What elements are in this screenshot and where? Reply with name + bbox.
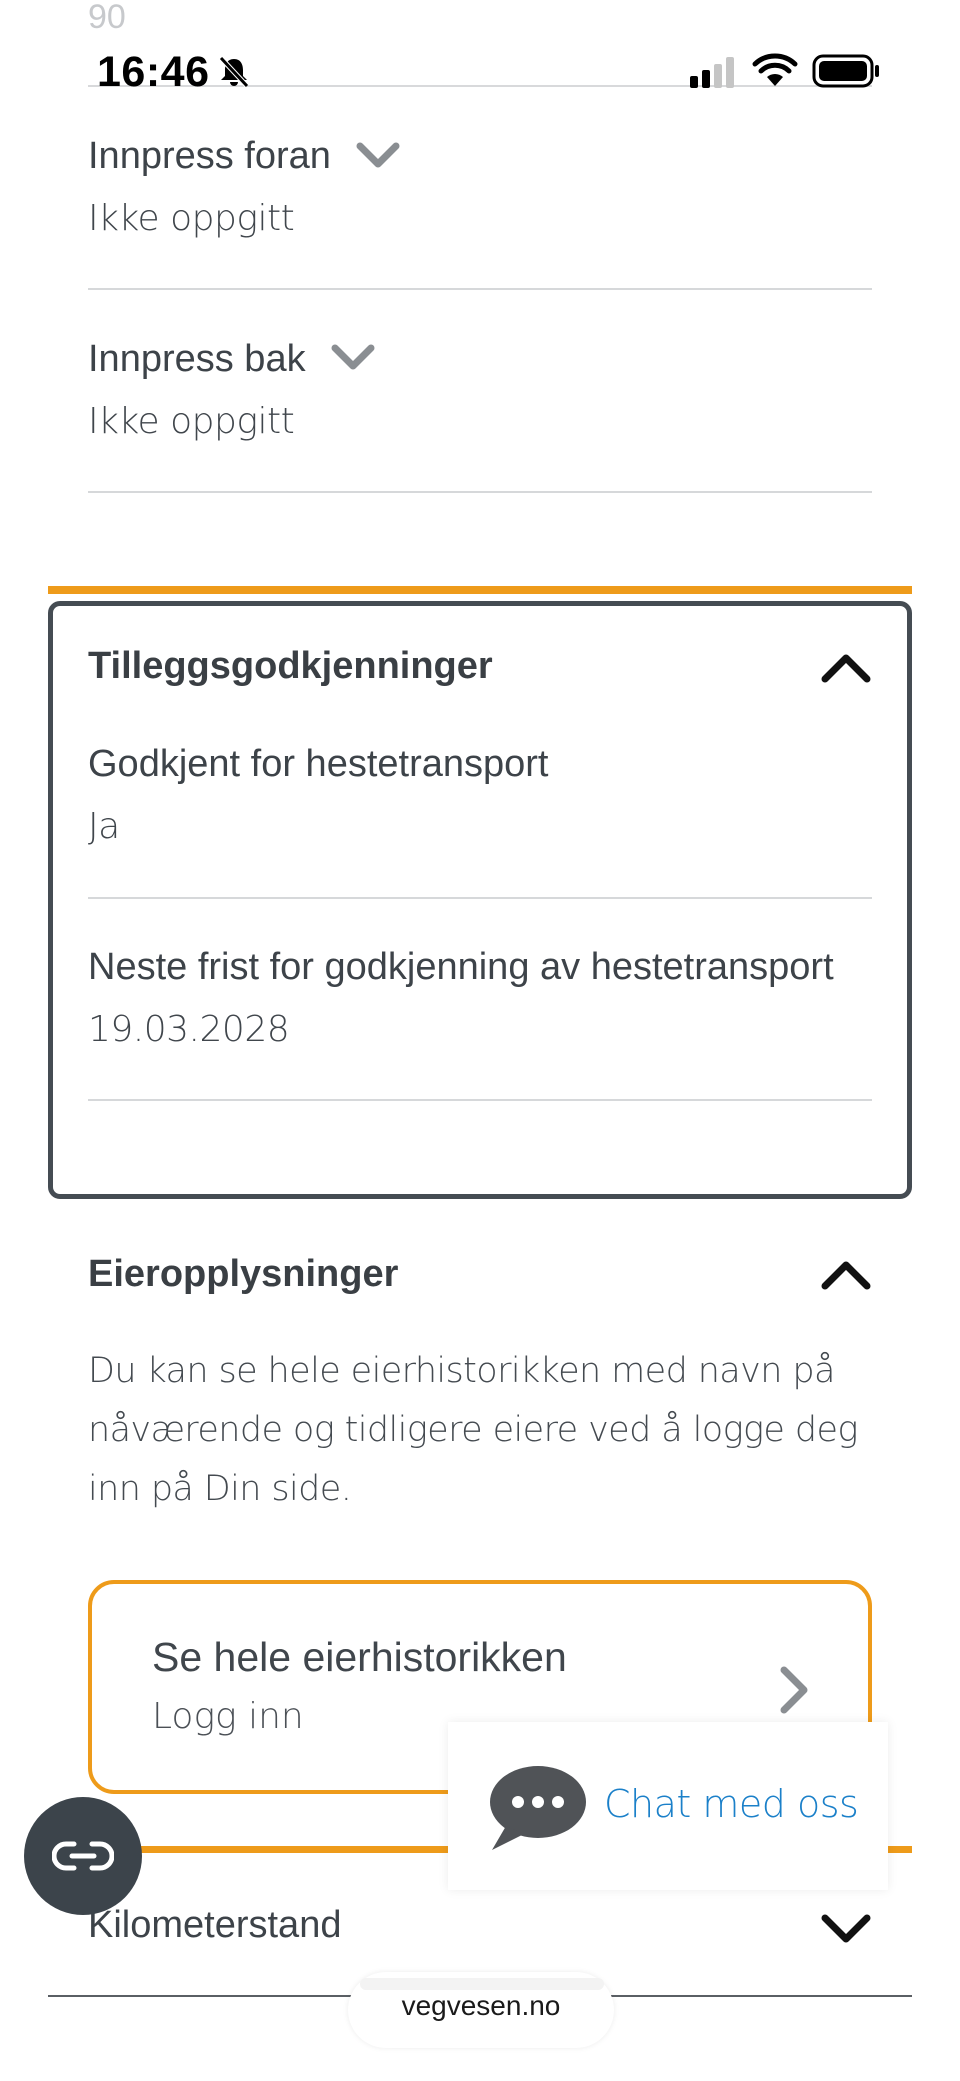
spec-value: Ikke oppgitt [88, 198, 295, 239]
chat-button-label[interactable]: Chat med oss [604, 1782, 859, 1826]
chat-bubble-icon[interactable] [484, 1762, 588, 1858]
section-title[interactable]: Eieropplysninger [88, 1253, 398, 1296]
chevron-down-icon[interactable] [329, 340, 377, 376]
bell-muted-icon [219, 56, 249, 88]
divider [88, 491, 872, 493]
chevron-up-icon[interactable] [820, 1259, 872, 1291]
owner-info-text: Du kan se hele eierhistorikken med navn … [88, 1351, 835, 1391]
spec-label: Neste frist for godkjenning av hestetran… [88, 946, 834, 988]
url-bar-highlight [360, 1978, 604, 1990]
section-title[interactable]: Tilleggsgodkjenninger [88, 645, 493, 688]
wifi-icon [752, 53, 798, 86]
signal-icon [690, 57, 734, 88]
section-title-kilometerstand[interactable]: Kilometerstand [88, 1904, 341, 1947]
chevron-down-icon[interactable] [820, 1912, 872, 1946]
divider [88, 897, 872, 899]
owner-info-text: inn på Din side. [88, 1469, 352, 1509]
spec-value: Ja [88, 806, 120, 847]
spec-label: Innpress foran [88, 135, 331, 177]
link-title[interactable]: Se hele eierhistorikken [152, 1634, 567, 1681]
tilleggsgodkjenninger-card[interactable] [48, 601, 912, 1199]
chevron-right-icon[interactable] [776, 1664, 812, 1716]
link-subtitle[interactable]: Logg inn [152, 1696, 304, 1737]
owner-info-text: nåværende og tidligere eiere ved å logge… [88, 1410, 858, 1450]
divider [88, 288, 872, 290]
chevron-down-icon[interactable] [354, 138, 402, 174]
spec-value: Ikke oppgitt [88, 401, 295, 442]
spec-label: Innpress bak [88, 338, 306, 380]
spec-label: Godkjent for hestetransport [88, 743, 549, 785]
battery-icon [812, 54, 879, 88]
status-time: 16:46 [97, 48, 210, 96]
spec-value: 19.03.2028 [88, 1009, 290, 1050]
chevron-up-icon[interactable] [820, 652, 872, 684]
partial-number: 90 [88, 0, 126, 36]
section-accent-bar [48, 586, 912, 594]
url-text[interactable]: vegvesen.no [348, 1990, 614, 2022]
divider [88, 1099, 872, 1101]
reader-mode-icon[interactable] [52, 1840, 114, 1872]
